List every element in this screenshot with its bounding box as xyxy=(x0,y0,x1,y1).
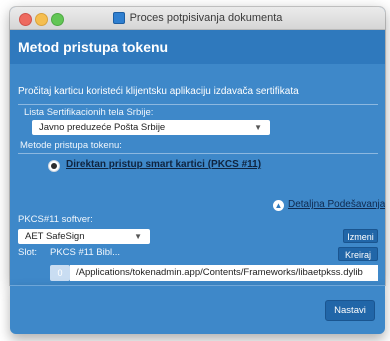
pkcs11-radio[interactable] xyxy=(48,160,60,172)
slot-name: PKCS #11 Bibl... xyxy=(50,247,121,258)
document-icon xyxy=(112,12,125,24)
ca-list-label: Lista Sertifikacionih tela Srbije: xyxy=(24,107,154,118)
ca-select[interactable]: Javno preduzeće Pošta Srbije ▼ xyxy=(32,120,270,135)
chevron-down-icon: ▼ xyxy=(254,123,262,132)
access-methods-label: Metode pristupa tokenu: xyxy=(20,140,122,151)
window-title: Proces potpisivanja dokumenta xyxy=(129,12,283,24)
page-header: Metod pristupa tokenu xyxy=(10,30,385,64)
chevron-down-icon: ▼ xyxy=(134,232,142,241)
software-label: PKCS#11 softver: xyxy=(18,214,93,225)
description-text: Pročitaj karticu koristeći klijentsku ap… xyxy=(18,86,299,97)
slot-number: 0 xyxy=(50,265,70,281)
dialog-window: Proces potpisivanja dokumenta Metod pris… xyxy=(10,7,385,285)
slot-label: Slot: xyxy=(18,247,38,258)
software-select[interactable]: AET SafeSign ▼ xyxy=(18,229,150,244)
software-select-value: AET SafeSign xyxy=(25,231,85,242)
divider xyxy=(10,285,385,286)
ca-select-value: Javno preduzeće Pošta Srbije xyxy=(39,122,166,133)
page-title: Metod pristupa tokenu xyxy=(18,39,169,55)
details-link[interactable]: Detaljna Podešavanja xyxy=(288,199,385,210)
title-bar: Proces potpisivanja dokumenta xyxy=(10,7,385,30)
pkcs11-radio-label[interactable]: Direktan pristup smart kartici (PKCS #11… xyxy=(66,159,261,170)
change-button[interactable]: Izmeni xyxy=(343,229,378,243)
create-button[interactable]: Kreiraj xyxy=(338,247,378,261)
library-path-value: /Applications/tokenadmin.app/Contents/Fr… xyxy=(76,267,363,278)
library-path-field[interactable]: /Applications/tokenadmin.app/Contents/Fr… xyxy=(70,265,378,281)
divider xyxy=(18,153,378,154)
divider xyxy=(18,104,378,105)
next-button[interactable]: Nastavi xyxy=(325,300,375,321)
chevron-up-circle-icon[interactable]: ▲ xyxy=(273,200,284,211)
